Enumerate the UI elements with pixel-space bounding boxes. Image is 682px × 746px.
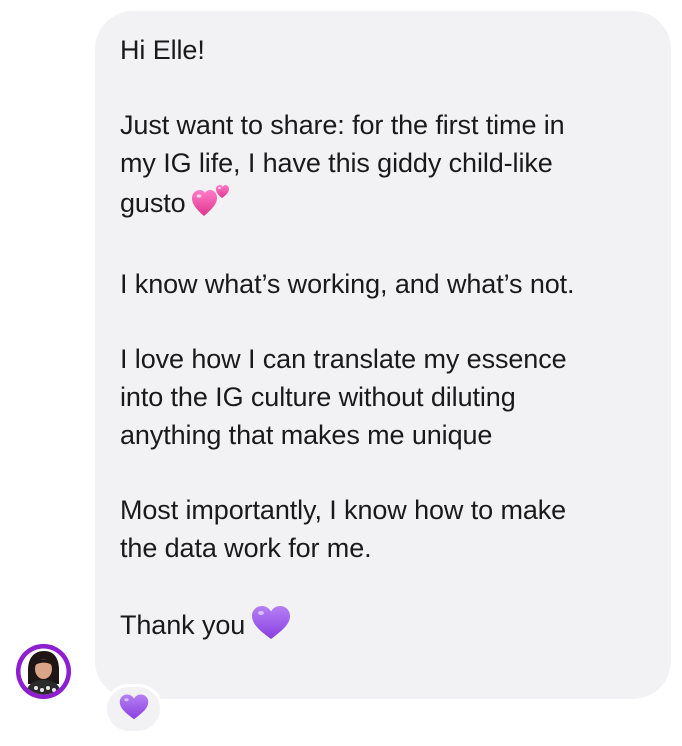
avatar-image bbox=[16, 644, 71, 699]
message-bubble[interactable]: Hi Elle! Just want to share: for the fir… bbox=[95, 11, 671, 699]
message-paragraph-1: Just want to share: for the first time i… bbox=[120, 106, 649, 228]
message-greeting: Hi Elle! bbox=[120, 35, 205, 65]
message-paragraph-3: I love how I can translate my essence in… bbox=[120, 344, 567, 450]
message-body: Hi Elle! Just want to share: for the fir… bbox=[120, 31, 649, 650]
two-hearts-icon bbox=[191, 182, 232, 228]
reaction-bubble[interactable] bbox=[104, 684, 163, 734]
message-paragraph-1-text: Just want to share: for the first time i… bbox=[120, 110, 565, 218]
purple-heart-icon bbox=[119, 693, 149, 725]
message-closing-text: Thank you bbox=[120, 610, 246, 640]
purple-heart-icon bbox=[251, 604, 291, 650]
message-paragraph-2: I know what’s working, and what’s not. bbox=[120, 269, 575, 299]
message-paragraph-4: Most importantly, I know how to make the… bbox=[120, 495, 567, 563]
message-closing: Thank you bbox=[120, 604, 649, 650]
avatar[interactable] bbox=[16, 644, 71, 699]
